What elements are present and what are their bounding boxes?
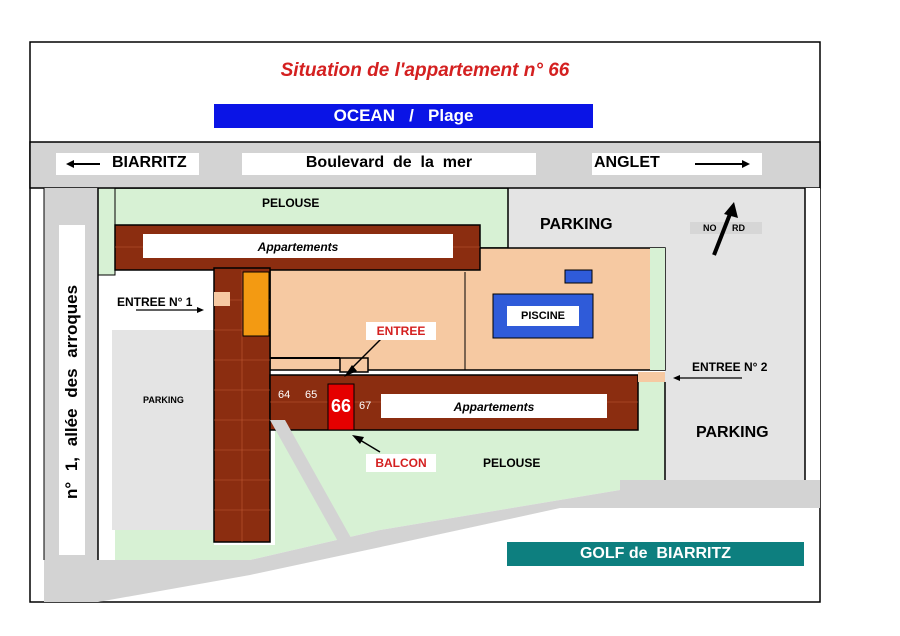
road-label-biarritz: BIARRITZ (112, 154, 187, 171)
appartements-top-label: Appartements (257, 240, 339, 254)
appartements-bottom-label: Appartements (453, 400, 535, 414)
side-street-label: n° 1, allée des arroques (62, 284, 81, 500)
golf-banner: GOLF de BIARRITZ (507, 542, 804, 566)
map-title: Situation de l'appartement n° 66 (280, 60, 570, 81)
parking-right-label: PARKING (696, 424, 769, 441)
entry-corridor-1 (214, 292, 230, 306)
parking-area-left (112, 330, 214, 530)
entree2-label: ENTREE N° 2 (692, 360, 768, 374)
north-label-rd: RD (732, 223, 745, 233)
apt-65-label: 65 (305, 389, 318, 401)
balcon-label: BALCON (375, 456, 427, 470)
site-plan-map (29, 41, 821, 603)
entree1-label: ENTREE N° 1 (117, 295, 193, 309)
ocean-banner: OCEAN / Plage (214, 104, 593, 128)
pelouse-bottom-label: PELOUSE (483, 456, 541, 470)
lawn-left-strip (97, 187, 116, 276)
golf-label: GOLF de BIARRITZ (579, 545, 732, 562)
pelouse-top-label: PELOUSE (262, 196, 320, 210)
apt-66-label: 66 (330, 396, 352, 416)
apt-67-label: 67 (359, 400, 372, 412)
pool-small-basin (564, 269, 593, 284)
road-label-anglet: ANGLET (594, 154, 660, 171)
ocean-label: OCEAN / Plage (333, 106, 474, 125)
parking-left-label: PARKING (143, 395, 184, 405)
road-label-boulevard: Boulevard de la mer (305, 154, 473, 171)
piscine-label: PISCINE (520, 310, 565, 322)
entree-label: ENTREE (376, 324, 426, 338)
parking-top-label: PARKING (540, 216, 613, 233)
apt-64-label: 64 (278, 389, 291, 401)
entry-corridor-2 (638, 372, 665, 382)
north-label-no: NO (703, 223, 717, 233)
orange-annex (242, 271, 270, 337)
courtyard-green-edge (650, 248, 665, 370)
right-edge-strip (805, 188, 820, 480)
